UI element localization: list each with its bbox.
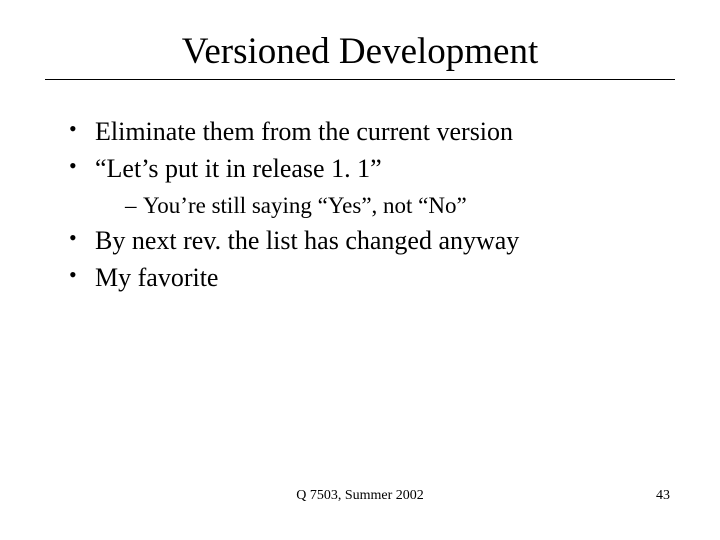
footer-center: Q 7503, Summer 2002 [0, 488, 720, 504]
bullet-text: My favorite [95, 263, 218, 292]
page-number: 43 [656, 488, 670, 504]
bullet-text: “Let’s put it in release 1. 1” [95, 154, 382, 183]
sub-bullet-text: You’re still saying “Yes”, not “No” [143, 193, 467, 218]
title-container: Versioned Development [45, 30, 675, 80]
slide: Versioned Development Eliminate them fro… [0, 0, 720, 540]
bullet-text: Eliminate them from the current version [95, 117, 513, 146]
bullet-item: “Let’s put it in release 1. 1” You’re st… [69, 151, 675, 221]
bullet-text: By next rev. the list has changed anyway [95, 226, 519, 255]
bullet-item: By next rev. the list has changed anyway [69, 223, 675, 258]
bullet-list: Eliminate them from the current version … [69, 114, 675, 295]
sub-bullet-item: You’re still saying “Yes”, not “No” [125, 190, 675, 221]
sub-bullet-list: You’re still saying “Yes”, not “No” [95, 190, 675, 221]
bullet-item: Eliminate them from the current version [69, 114, 675, 149]
bullet-item: My favorite [69, 260, 675, 295]
slide-title: Versioned Development [45, 30, 675, 73]
slide-content: Eliminate them from the current version … [45, 114, 675, 295]
